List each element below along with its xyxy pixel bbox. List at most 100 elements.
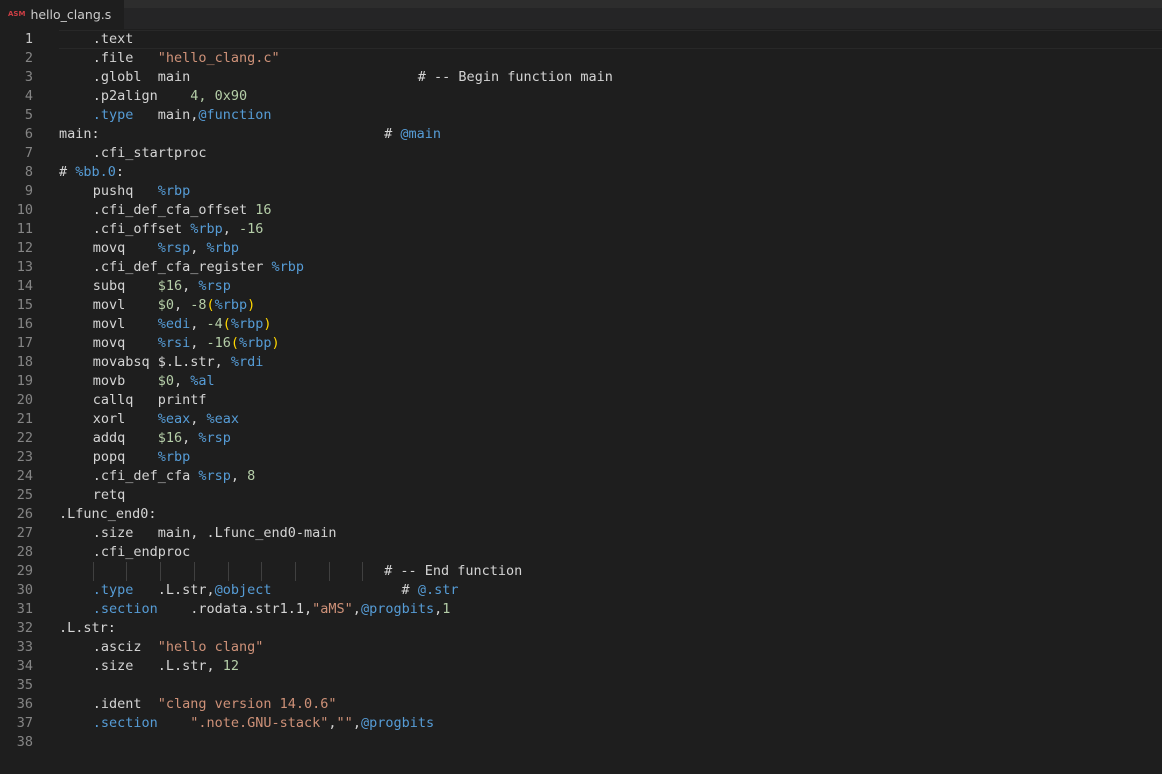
tab-bar: ASM hello_clang.s [0, 0, 1162, 29]
code-editor[interactable]: 1 .text 2 .file "hello_clang.c" 3 .globl main… [0, 29, 1162, 774]
code-line[interactable]: 20 callq printf [0, 391, 1162, 410]
code-line[interactable]: 36 .ident "clang version 14.0.6" [0, 695, 1162, 714]
code-text: .file "hello_clang.c" [93, 49, 280, 68]
code-line[interactable]: 2 .file "hello_clang.c" [0, 49, 1162, 68]
code-token: .cfi_endproc [92, 544, 191, 560]
code-text: # %bb.0: [59, 163, 124, 182]
code-line[interactable]: 37 .section ".note.GNU-stack","",@progbit… [0, 714, 1162, 733]
code-line[interactable]: 17 movq %rsi, -16(%rbp) [0, 334, 1162, 353]
line-number: 11 [16, 221, 33, 237]
code-line[interactable]: 30 .type .L.str,@object # @.str [0, 581, 1162, 600]
line-number: 28 [16, 544, 33, 560]
code-line[interactable]: 32 .L.str: [0, 619, 1162, 638]
code-token: @main [400, 126, 442, 142]
asm-file-icon: ASM [8, 10, 26, 18]
code-text: callq printf [93, 391, 207, 410]
code-token: .cfi_startproc [92, 145, 207, 161]
code-line[interactable]: 29 # -- End function [0, 562, 1162, 581]
code-token: .text [92, 31, 134, 47]
code-line[interactable]: 19 movb $0, %al [0, 372, 1162, 391]
code-token: @object [214, 582, 272, 598]
code-token: .type [92, 107, 134, 123]
code-text: .globl main # -- Begin function main [93, 68, 613, 87]
line-number: 5 [24, 107, 33, 123]
code-text: .cfi_def_cfa %rsp, 8 [93, 467, 256, 486]
code-line[interactable]: 31 .section .rodata.str1.1,"aMS",@progbit… [0, 600, 1162, 619]
code-line[interactable]: 14 subq $16, %rsp [0, 277, 1162, 296]
code-token: -8 [190, 297, 207, 313]
code-line[interactable]: 11 .cfi_offset %rbp, -16 [0, 220, 1162, 239]
code-token: , [173, 373, 191, 389]
code-line[interactable]: 28 .cfi_endproc [0, 543, 1162, 562]
code-line[interactable]: 23 popq %rbp [0, 448, 1162, 467]
code-token: "aMS" [312, 601, 353, 617]
code-token: .Lfunc_end0: [59, 506, 157, 522]
code-token: %eax [157, 411, 191, 427]
code-token: ( [206, 297, 215, 313]
code-line[interactable]: 34 .size .L.str, 12 [0, 657, 1162, 676]
code-token: , [190, 335, 207, 351]
code-line[interactable]: 24 .cfi_def_cfa %rsp, 8 [0, 467, 1162, 486]
code-line[interactable]: 7 .cfi_startproc [0, 144, 1162, 163]
code-line[interactable]: 38 [0, 733, 1162, 752]
code-line[interactable]: 26 .Lfunc_end0: [0, 505, 1162, 524]
code-text: movabsq $.L.str, %rdi [93, 353, 264, 372]
code-token: addq [92, 430, 158, 446]
code-line[interactable]: 8 # %bb.0: [0, 163, 1162, 182]
code-token: %rdi [230, 354, 264, 370]
code-token: .globl main # -- Begin function main [92, 69, 613, 85]
line-number: 22 [16, 430, 33, 446]
code-token: movq [92, 240, 158, 256]
code-text: .type main,@function [93, 106, 272, 125]
code-token: .cfi_def_cfa_offset [92, 202, 256, 218]
line-number: 14 [16, 278, 33, 294]
code-text: movq %rsp, %rbp [93, 239, 239, 258]
code-text: addq $16, %rsp [93, 429, 231, 448]
code-token: -4 [206, 316, 223, 332]
code-line[interactable]: 25 retq [0, 486, 1162, 505]
code-line[interactable]: 12 movq %rsp, %rbp [0, 239, 1162, 258]
code-token: , [190, 240, 207, 256]
code-text: .cfi_endproc [93, 543, 191, 562]
line-number: 27 [16, 525, 33, 541]
code-token: @progbits [360, 601, 435, 617]
code-text: .type .L.str,@object # @.str [93, 581, 459, 600]
code-text: .cfi_startproc [93, 144, 207, 163]
code-token: %rbp [206, 240, 240, 256]
code-token: ) [263, 316, 272, 332]
code-token: $0 [157, 297, 174, 313]
tab-hello-clang-s[interactable]: ASM hello_clang.s [0, 0, 124, 29]
code-token: $16 [157, 278, 183, 294]
code-token: "hello_clang.c" [157, 50, 280, 66]
code-token: : [115, 164, 125, 180]
code-line[interactable]: 13 .cfi_def_cfa_register %rbp [0, 258, 1162, 277]
code-token: ( [230, 335, 240, 351]
code-token: %eax [206, 411, 240, 427]
code-line[interactable]: 22 addq $16, %rsp [0, 429, 1162, 448]
code-line[interactable]: 35 [0, 676, 1162, 695]
line-number: 8 [24, 164, 33, 180]
code-line[interactable]: 10 .cfi_def_cfa_offset 16 [0, 201, 1162, 220]
code-token: ) [271, 335, 280, 351]
code-line[interactable]: 3 .globl main # -- Begin function main [0, 68, 1162, 87]
code-line[interactable]: 21 xorl %eax, %eax [0, 410, 1162, 429]
code-line[interactable]: 6 main: # @main [0, 125, 1162, 144]
tab-label: hello_clang.s [30, 7, 112, 22]
code-text: movl $0, -8(%rbp) [93, 296, 256, 315]
code-token: .L.str: [59, 620, 116, 636]
code-token: .cfi_offset [92, 221, 191, 237]
code-token: %rsi [157, 335, 191, 351]
code-line[interactable]: 9 pushq %rbp [0, 182, 1162, 201]
code-line[interactable]: 4 .p2align 4, 0x90 [0, 87, 1162, 106]
code-line[interactable]: 27 .size main, .Lfunc_end0-main [0, 524, 1162, 543]
code-text: movq %rsi, -16(%rbp) [93, 334, 280, 353]
code-line[interactable]: 16 movl %edi, -4(%rbp) [0, 315, 1162, 334]
line-number: 26 [16, 506, 33, 522]
code-line[interactable]: 18 movabsq $.L.str, %rdi [0, 353, 1162, 372]
code-token: 16 [255, 202, 272, 218]
code-line[interactable]: 15 movl $0, -8(%rbp) [0, 296, 1162, 315]
code-line[interactable]: 33 .asciz "hello clang" [0, 638, 1162, 657]
code-token: .type [92, 582, 134, 598]
code-line[interactable]: 1 .text [0, 30, 1162, 49]
code-line[interactable]: 5 .type main,@function [0, 106, 1162, 125]
